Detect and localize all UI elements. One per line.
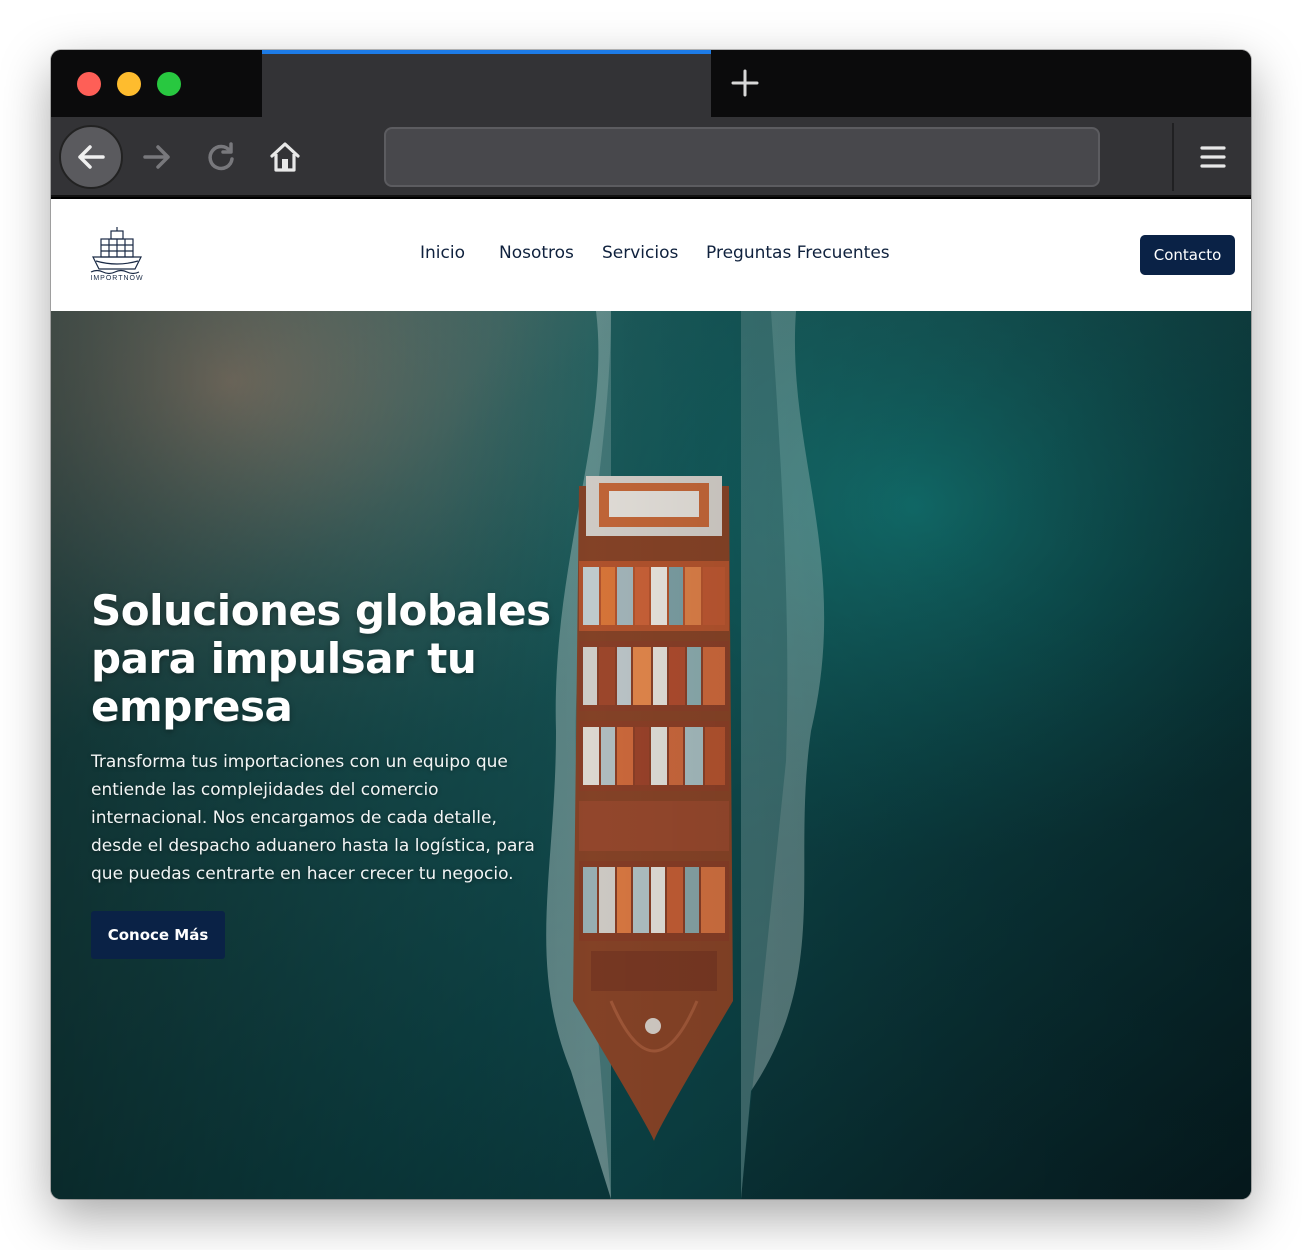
logo-wordmark: IMPORTNOW xyxy=(90,275,144,282)
browser-window: IMPORTNOW Inicio Nosotros Servicios Preg… xyxy=(51,50,1251,1199)
ship-logo-icon xyxy=(90,227,142,275)
plus-icon xyxy=(731,69,759,97)
nav-link-preguntas-frecuentes[interactable]: Preguntas Frecuentes xyxy=(706,243,890,263)
nav-link-inicio[interactable]: Inicio xyxy=(420,243,465,263)
site-header: IMPORTNOW Inicio Nosotros Servicios Preg… xyxy=(51,199,1251,311)
arrow-right-icon xyxy=(143,145,170,169)
reload-icon xyxy=(208,142,234,171)
back-button[interactable] xyxy=(59,125,123,189)
forward-button[interactable] xyxy=(125,125,189,189)
nav-link-servicios[interactable]: Servicios xyxy=(602,243,678,263)
site-logo[interactable]: IMPORTNOW xyxy=(87,225,147,287)
tab-strip xyxy=(51,50,1251,117)
toolbar-separator xyxy=(1172,123,1174,191)
contact-button[interactable]: Contacto xyxy=(1140,235,1235,275)
close-window-button[interactable] xyxy=(77,72,101,96)
hero-title: Soluciones globales para impulsar tu emp… xyxy=(91,586,551,731)
nav-link-nosotros[interactable]: Nosotros xyxy=(499,243,574,263)
active-tab[interactable] xyxy=(262,50,711,117)
minimize-window-button[interactable] xyxy=(117,72,141,96)
address-bar[interactable] xyxy=(384,127,1100,187)
menu-button[interactable] xyxy=(1193,137,1233,177)
tab-active-indicator xyxy=(262,50,711,54)
home-button[interactable] xyxy=(253,125,317,189)
maximize-window-button[interactable] xyxy=(157,72,181,96)
arrow-left-icon xyxy=(78,145,105,169)
hero-description: Transforma tus importaciones con un equi… xyxy=(91,752,535,884)
hamburger-menu-icon xyxy=(1200,146,1226,168)
browser-toolbar xyxy=(51,117,1251,197)
hero-section: Soluciones globales para impulsar tu emp… xyxy=(51,311,1251,1199)
conoce-mas-button[interactable]: Conoce Más xyxy=(91,911,225,959)
home-icon xyxy=(270,142,300,172)
reload-button[interactable] xyxy=(189,125,253,189)
new-tab-button[interactable] xyxy=(729,67,761,99)
